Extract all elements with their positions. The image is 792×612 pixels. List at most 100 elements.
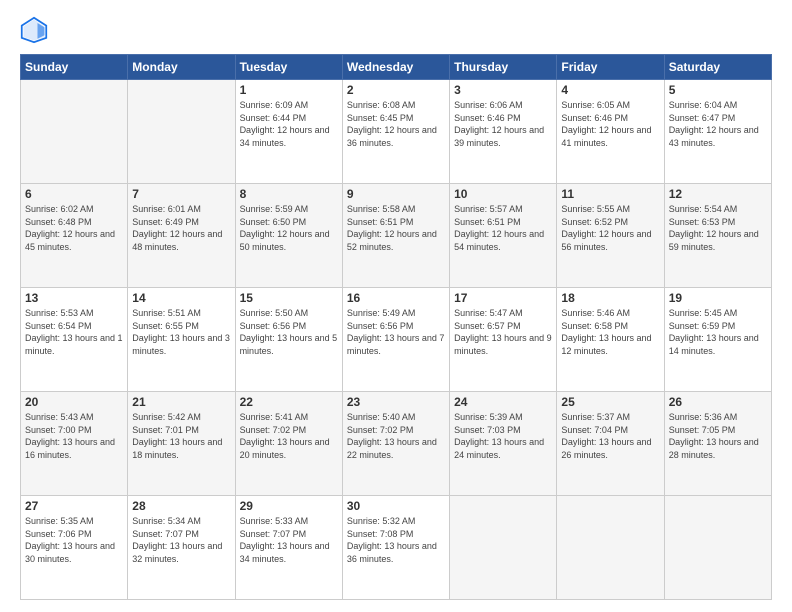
day-info: Sunrise: 5:57 AMSunset: 6:51 PMDaylight:… [454,203,552,253]
day-info: Sunrise: 5:36 AMSunset: 7:05 PMDaylight:… [669,411,767,461]
calendar-cell: 17 Sunrise: 5:47 AMSunset: 6:57 PMDayligh… [450,288,557,392]
calendar-cell: 11Sunrise: 5:55 AMSunset: 6:52 PMDayligh… [557,184,664,288]
daylight-text: Daylight: 13 hours and 1 minute. [25,332,123,357]
sunrise-text: Sunrise: 5:58 AM [347,203,445,216]
daylight-text: Daylight: 12 hours and 50 minutes. [240,228,338,253]
daylight-text: Daylight: 13 hours and 30 minutes. [25,540,123,565]
sunset-text: Sunset: 6:56 PM [347,320,445,333]
weekday-header: Sunday [21,55,128,80]
sunset-text: Sunset: 7:07 PM [132,528,230,541]
day-info: Sunrise: 5:34 AMSunset: 7:07 PMDaylight:… [132,515,230,565]
sunset-text: Sunset: 7:08 PM [347,528,445,541]
daylight-text: Daylight: 13 hours and 18 minutes. [132,436,230,461]
day-number: 16 [347,291,445,305]
sunrise-text: Sunrise: 5:41 AM [240,411,338,424]
calendar-cell: 3Sunrise: 6:06 AMSunset: 6:46 PMDaylight… [450,80,557,184]
daylight-text: Daylight: 13 hours and 26 minutes. [561,436,659,461]
sunrise-text: Sunrise: 6:01 AM [132,203,230,216]
day-info: Sunrise: 5:55 AMSunset: 6:52 PMDaylight:… [561,203,659,253]
day-number: 2 [347,83,445,97]
weekday-header: Wednesday [342,55,449,80]
sunrise-text: Sunrise: 6:06 AM [454,99,552,112]
calendar-cell: 13Sunrise: 5:53 AMSunset: 6:54 PMDayligh… [21,288,128,392]
day-number: 5 [669,83,767,97]
calendar-week-row: 1 Sunrise: 6:09 AMSunset: 6:44 PMDaylight… [21,80,772,184]
calendar-cell: 20Sunrise: 5:43 AMSunset: 7:00 PMDayligh… [21,392,128,496]
calendar-cell: 21 Sunrise: 5:42 AMSunset: 7:01 PMDayligh… [128,392,235,496]
day-number: 8 [240,187,338,201]
day-number: 1 [240,83,338,97]
sunset-text: Sunset: 6:47 PM [669,112,767,125]
calendar-cell: 12Sunrise: 5:54 AMSunset: 6:53 PMDayligh… [664,184,771,288]
calendar-cell: 28Sunrise: 5:34 AMSunset: 7:07 PMDayligh… [128,496,235,600]
day-info: Sunrise: 5:40 AMSunset: 7:02 PMDaylight:… [347,411,445,461]
day-info: Sunrise: 5:53 AMSunset: 6:54 PMDaylight:… [25,307,123,357]
sunrise-text: Sunrise: 5:54 AM [669,203,767,216]
day-number: 21 [132,395,230,409]
sunrise-text: Sunrise: 5:34 AM [132,515,230,528]
day-number: 18 [561,291,659,305]
calendar-cell [450,496,557,600]
day-number: 7 [132,187,230,201]
day-info: Sunrise: 5:47 AMSunset: 6:57 PMDaylight:… [454,307,552,357]
sunrise-text: Sunrise: 5:35 AM [25,515,123,528]
day-info: Sunrise: 5:50 AMSunset: 6:56 PMDaylight:… [240,307,338,357]
sunrise-text: Sunrise: 6:09 AM [240,99,338,112]
daylight-text: Daylight: 12 hours and 43 minutes. [669,124,767,149]
calendar-cell: 4Sunrise: 6:05 AMSunset: 6:46 PMDaylight… [557,80,664,184]
sunset-text: Sunset: 6:54 PM [25,320,123,333]
sunset-text: Sunset: 7:02 PM [347,424,445,437]
sunset-text: Sunset: 6:48 PM [25,216,123,229]
day-info: Sunrise: 5:41 AMSunset: 7:02 PMDaylight:… [240,411,338,461]
calendar-week-row: 27Sunrise: 5:35 AMSunset: 7:06 PMDayligh… [21,496,772,600]
calendar-table: SundayMondayTuesdayWednesdayThursdayFrid… [20,54,772,600]
sunset-text: Sunset: 6:53 PM [669,216,767,229]
day-info: Sunrise: 5:32 AMSunset: 7:08 PMDaylight:… [347,515,445,565]
sunset-text: Sunset: 7:03 PM [454,424,552,437]
sunset-text: Sunset: 6:50 PM [240,216,338,229]
sunrise-text: Sunrise: 5:59 AM [240,203,338,216]
day-number: 17 [454,291,552,305]
calendar-cell: 2Sunrise: 6:08 AMSunset: 6:45 PMDaylight… [342,80,449,184]
calendar-week-row: 13Sunrise: 5:53 AMSunset: 6:54 PMDayligh… [21,288,772,392]
day-info: Sunrise: 5:58 AMSunset: 6:51 PMDaylight:… [347,203,445,253]
daylight-text: Daylight: 12 hours and 48 minutes. [132,228,230,253]
sunset-text: Sunset: 6:46 PM [561,112,659,125]
sunset-text: Sunset: 7:01 PM [132,424,230,437]
calendar-cell: 23Sunrise: 5:40 AMSunset: 7:02 PMDayligh… [342,392,449,496]
calendar-cell: 30Sunrise: 5:32 AMSunset: 7:08 PMDayligh… [342,496,449,600]
calendar-cell [557,496,664,600]
day-number: 6 [25,187,123,201]
sunset-text: Sunset: 6:55 PM [132,320,230,333]
sunset-text: Sunset: 6:45 PM [347,112,445,125]
weekday-header: Friday [557,55,664,80]
day-info: Sunrise: 6:09 AMSunset: 6:44 PMDaylight:… [240,99,338,149]
day-number: 15 [240,291,338,305]
day-info: Sunrise: 5:46 AMSunset: 6:58 PMDaylight:… [561,307,659,357]
calendar-cell: 1 Sunrise: 6:09 AMSunset: 6:44 PMDaylight… [235,80,342,184]
daylight-text: Daylight: 13 hours and 9 minutes. [454,332,552,357]
day-info: Sunrise: 5:33 AMSunset: 7:07 PMDaylight:… [240,515,338,565]
daylight-text: Daylight: 13 hours and 22 minutes. [347,436,445,461]
calendar-cell: 7Sunrise: 6:01 AMSunset: 6:49 PMDaylight… [128,184,235,288]
logo [20,16,52,44]
calendar-cell: 5 Sunrise: 6:04 AMSunset: 6:47 PMDaylight… [664,80,771,184]
calendar-cell: 19Sunrise: 5:45 AMSunset: 6:59 PMDayligh… [664,288,771,392]
day-number: 4 [561,83,659,97]
calendar-cell: 24Sunrise: 5:39 AMSunset: 7:03 PMDayligh… [450,392,557,496]
sunrise-text: Sunrise: 6:08 AM [347,99,445,112]
daylight-text: Daylight: 12 hours and 56 minutes. [561,228,659,253]
daylight-text: Daylight: 12 hours and 45 minutes. [25,228,123,253]
daylight-text: Daylight: 12 hours and 59 minutes. [669,228,767,253]
sunset-text: Sunset: 6:58 PM [561,320,659,333]
daylight-text: Daylight: 13 hours and 32 minutes. [132,540,230,565]
calendar-week-row: 6Sunrise: 6:02 AMSunset: 6:48 PMDaylight… [21,184,772,288]
daylight-text: Daylight: 13 hours and 14 minutes. [669,332,767,357]
sunrise-text: Sunrise: 5:36 AM [669,411,767,424]
daylight-text: Daylight: 12 hours and 52 minutes. [347,228,445,253]
calendar-cell: 14Sunrise: 5:51 AMSunset: 6:55 PMDayligh… [128,288,235,392]
calendar-cell: 25Sunrise: 5:37 AMSunset: 7:04 PMDayligh… [557,392,664,496]
sunrise-text: Sunrise: 5:42 AM [132,411,230,424]
sunrise-text: Sunrise: 5:53 AM [25,307,123,320]
sunrise-text: Sunrise: 6:04 AM [669,99,767,112]
